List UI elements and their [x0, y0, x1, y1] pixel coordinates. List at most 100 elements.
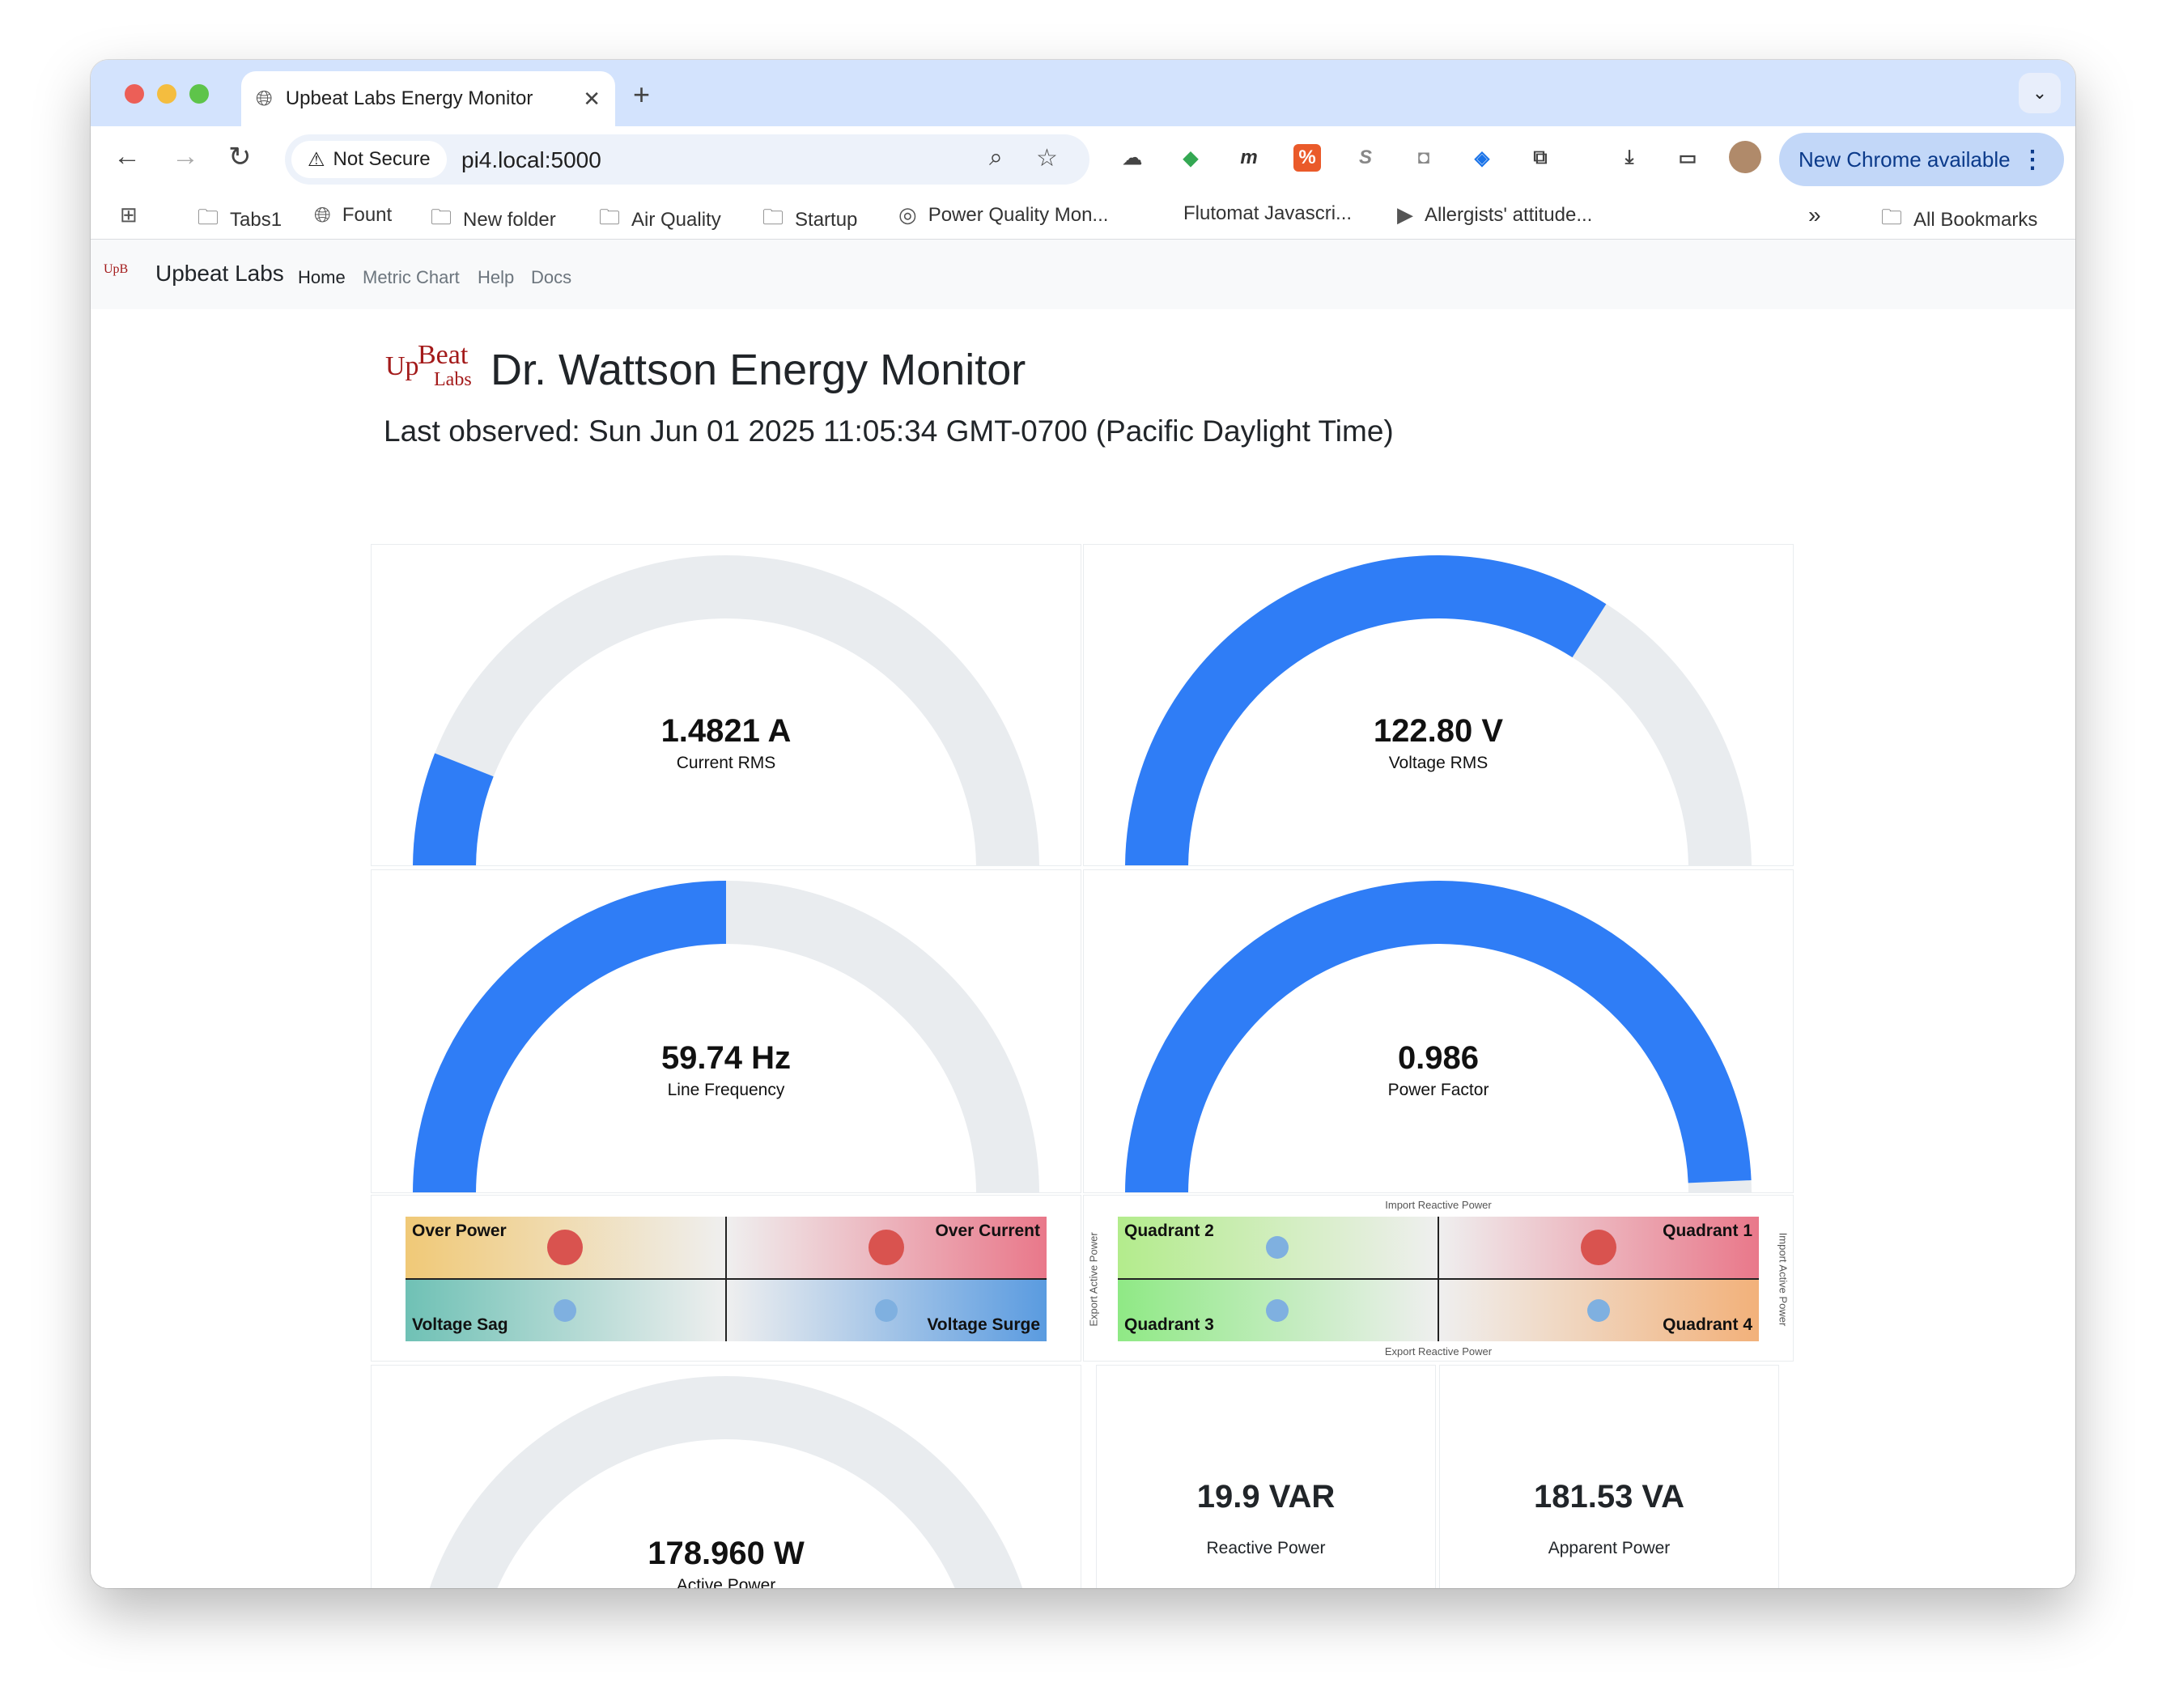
over-current-label: Over Current	[935, 1222, 1040, 1240]
bookmark-power-quality[interactable]: ◎ Power Quality Mon...	[898, 202, 1108, 227]
tag-extension-icon[interactable]: ◈	[1468, 144, 1496, 172]
gauge-panel-power-factor: 0.986 Power Factor	[1083, 869, 1794, 1193]
kebab-menu-icon[interactable]: ⋮	[2020, 146, 2045, 174]
bookmark-label: Air Quality	[631, 209, 721, 231]
all-bookmarks[interactable]: 🗀︎ All Bookmarks	[1881, 202, 2037, 238]
tab-search-chevron-icon[interactable]: ⌄	[2019, 73, 2061, 113]
tab-title: Upbeat Labs Energy Monitor	[285, 87, 533, 109]
google-extension-icon[interactable]: ◆	[1177, 144, 1204, 172]
alert-quadrant-panel: Over Power Over Current Voltage Sag Volt…	[371, 1195, 1081, 1362]
not-secure-chip[interactable]: ⚠︎ Not Secure	[291, 141, 447, 178]
reactive-power-card: 19.9 VAR Reactive Power	[1096, 1365, 1436, 1588]
cast-icon[interactable]: ▭	[1674, 144, 1701, 172]
url-text[interactable]: pi4.local:5000	[461, 147, 601, 173]
zoom-window-button[interactable]	[189, 84, 209, 104]
active-tab[interactable]: 🌐︎ Upbeat Labs Energy Monitor ✕	[241, 71, 615, 126]
bookmark-startup[interactable]: 🗀︎ Startup	[762, 202, 857, 238]
globe-icon: 🌐︎	[314, 202, 331, 227]
close-tab-icon[interactable]: ✕	[583, 87, 601, 112]
vertical-axis-line	[725, 1217, 727, 1341]
gauge-value: 59.74 Hz	[660, 1040, 792, 1076]
bookmark-tabs1[interactable]: 🗀︎ Tabs1	[197, 202, 282, 238]
bookmark-air-quality[interactable]: 🗀︎ Air Quality	[599, 202, 721, 238]
nav-home[interactable]: Home	[298, 267, 346, 288]
forward-icon[interactable]: →	[172, 141, 199, 172]
puzzle-extensions-icon[interactable]: ⧉	[1527, 144, 1554, 172]
folder-icon: 🗀︎	[1881, 205, 1903, 229]
s-extension-icon[interactable]: S	[1352, 144, 1379, 172]
bookmark-label: Fount	[342, 204, 393, 226]
page-content: UpB Upbeat Labs Home Metric Chart Help D…	[91, 240, 2075, 1588]
over-power-label: Over Power	[412, 1222, 507, 1240]
apparent-power-label: Apparent Power	[1548, 1539, 1671, 1557]
brand-name[interactable]: Upbeat Labs	[155, 261, 284, 287]
quadrant-2-label: Quadrant 2	[1124, 1222, 1214, 1240]
reactive-power-label: Reactive Power	[1206, 1539, 1326, 1557]
quadrant-2-indicator	[1266, 1236, 1289, 1259]
power-quadrant-panel: Import Reactive Power Export Reactive Po…	[1083, 1195, 1794, 1362]
bookmark-fount[interactable]: 🌐︎ Fount	[314, 202, 392, 228]
chevron-badge-icon: ▶	[1397, 202, 1413, 227]
bookmark-label: Allergists' attitude...	[1425, 203, 1593, 226]
gauge-panel-active-power: 178.960 W Active Power	[371, 1365, 1081, 1588]
gauge-label: Line Frequency	[667, 1081, 785, 1099]
import-active-label: Import Active Power	[1777, 1232, 1790, 1327]
browser-window: 🌐︎ Upbeat Labs Energy Monitor ✕ + ⌄ ← → …	[91, 60, 2075, 1588]
last-observed: Last observed: Sun Jun 01 2025 11:05:34 …	[384, 414, 1394, 448]
apparent-power-card: 181.53 VA Apparent Power	[1439, 1365, 1779, 1588]
bookmark-star-icon[interactable]: ☆	[1036, 144, 1058, 172]
tab-bar: 🌐︎ Upbeat Labs Energy Monitor ✕ + ⌄	[91, 60, 2075, 126]
minimize-window-button[interactable]	[157, 84, 176, 104]
gauge-panel-frequency: 59.74 Hz Line Frequency	[371, 869, 1081, 1193]
nav-metric-chart[interactable]: Metric Chart	[363, 267, 460, 288]
quadrant-3-label: Quadrant 3	[1124, 1315, 1214, 1334]
gauge-value: 122.80 V	[1373, 713, 1504, 749]
gauge-value: 0.986	[1397, 1040, 1480, 1076]
page-title: Dr. Wattson Energy Monitor	[491, 346, 1026, 394]
overflow-label: »	[1808, 202, 1821, 227]
update-label: New Chrome available	[1799, 147, 2011, 172]
shopify-extension-icon[interactable]: ◘	[1410, 144, 1438, 172]
apparent-power-value: 181.53 VA	[1533, 1479, 1685, 1515]
nav-help[interactable]: Help	[478, 267, 514, 288]
m-extension-icon[interactable]: m	[1235, 144, 1263, 172]
upbeat-labs-logo: Up Beat Labs	[385, 340, 472, 390]
gauge-label: Power Factor	[1387, 1081, 1489, 1099]
new-tab-icon[interactable]: +	[633, 78, 650, 112]
not-secure-label: Not Secure	[333, 148, 431, 170]
close-window-button[interactable]	[125, 84, 144, 104]
profile-avatar[interactable]	[1729, 141, 1761, 173]
percent-extension-icon[interactable]: %	[1293, 144, 1321, 172]
over-current-indicator	[869, 1230, 904, 1265]
bookmark-label: New folder	[463, 209, 556, 231]
bookmarks-overflow-icon[interactable]: »	[1808, 202, 1821, 228]
gauge-panel-current: 1.4821 A Current RMS	[371, 544, 1081, 866]
over-power-indicator	[547, 1230, 583, 1265]
new-chrome-button[interactable]: New Chrome available ⋮	[1779, 133, 2064, 186]
gauge-value: 178.960 W	[648, 1536, 805, 1571]
bookmark-label: Startup	[795, 209, 858, 231]
address-bar[interactable]: ⚠︎ Not Secure pi4.local:5000 ⌕ ☆	[285, 134, 1089, 185]
bookmark-label: Tabs1	[230, 209, 282, 231]
frequency-gauge	[413, 881, 1039, 1192]
download-icon[interactable]: ⤓	[1616, 144, 1643, 172]
zoom-icon[interactable]: ⌕	[989, 144, 1003, 172]
power-quadrant-chart: Quadrant 2 Quadrant 1 Quadrant 3 Quadran…	[1118, 1217, 1759, 1341]
brand-logo[interactable]: UpB	[104, 262, 128, 277]
nav-docs[interactable]: Docs	[531, 267, 571, 288]
app-navbar: UpB Upbeat Labs Home Metric Chart Help D…	[91, 240, 2075, 309]
all-bookmarks-label: All Bookmarks	[1913, 209, 2038, 231]
cloud-extension-icon[interactable]: ☁︎	[1119, 144, 1146, 172]
bookmark-allergists[interactable]: ▶ Allergists' attitude...	[1397, 202, 1592, 227]
voltage-surge-label: Voltage Surge	[927, 1315, 1040, 1334]
voltage-surge-indicator	[875, 1299, 898, 1322]
bookmark-flutomat[interactable]: Flutomat Javascri...	[1183, 202, 1352, 225]
quadrant-4-indicator	[1587, 1299, 1610, 1322]
reload-icon[interactable]: ↻	[228, 141, 252, 173]
bookmark-new-folder[interactable]: 🗀︎ New folder	[431, 202, 556, 238]
alert-quadrant-chart: Over Power Over Current Voltage Sag Volt…	[406, 1217, 1047, 1341]
back-icon[interactable]: ←	[113, 141, 141, 172]
gauge-value: 1.4821 A	[660, 713, 792, 749]
warning-icon: ⚠︎	[308, 148, 325, 171]
apps-grid-icon[interactable]: ⊞	[120, 202, 149, 227]
